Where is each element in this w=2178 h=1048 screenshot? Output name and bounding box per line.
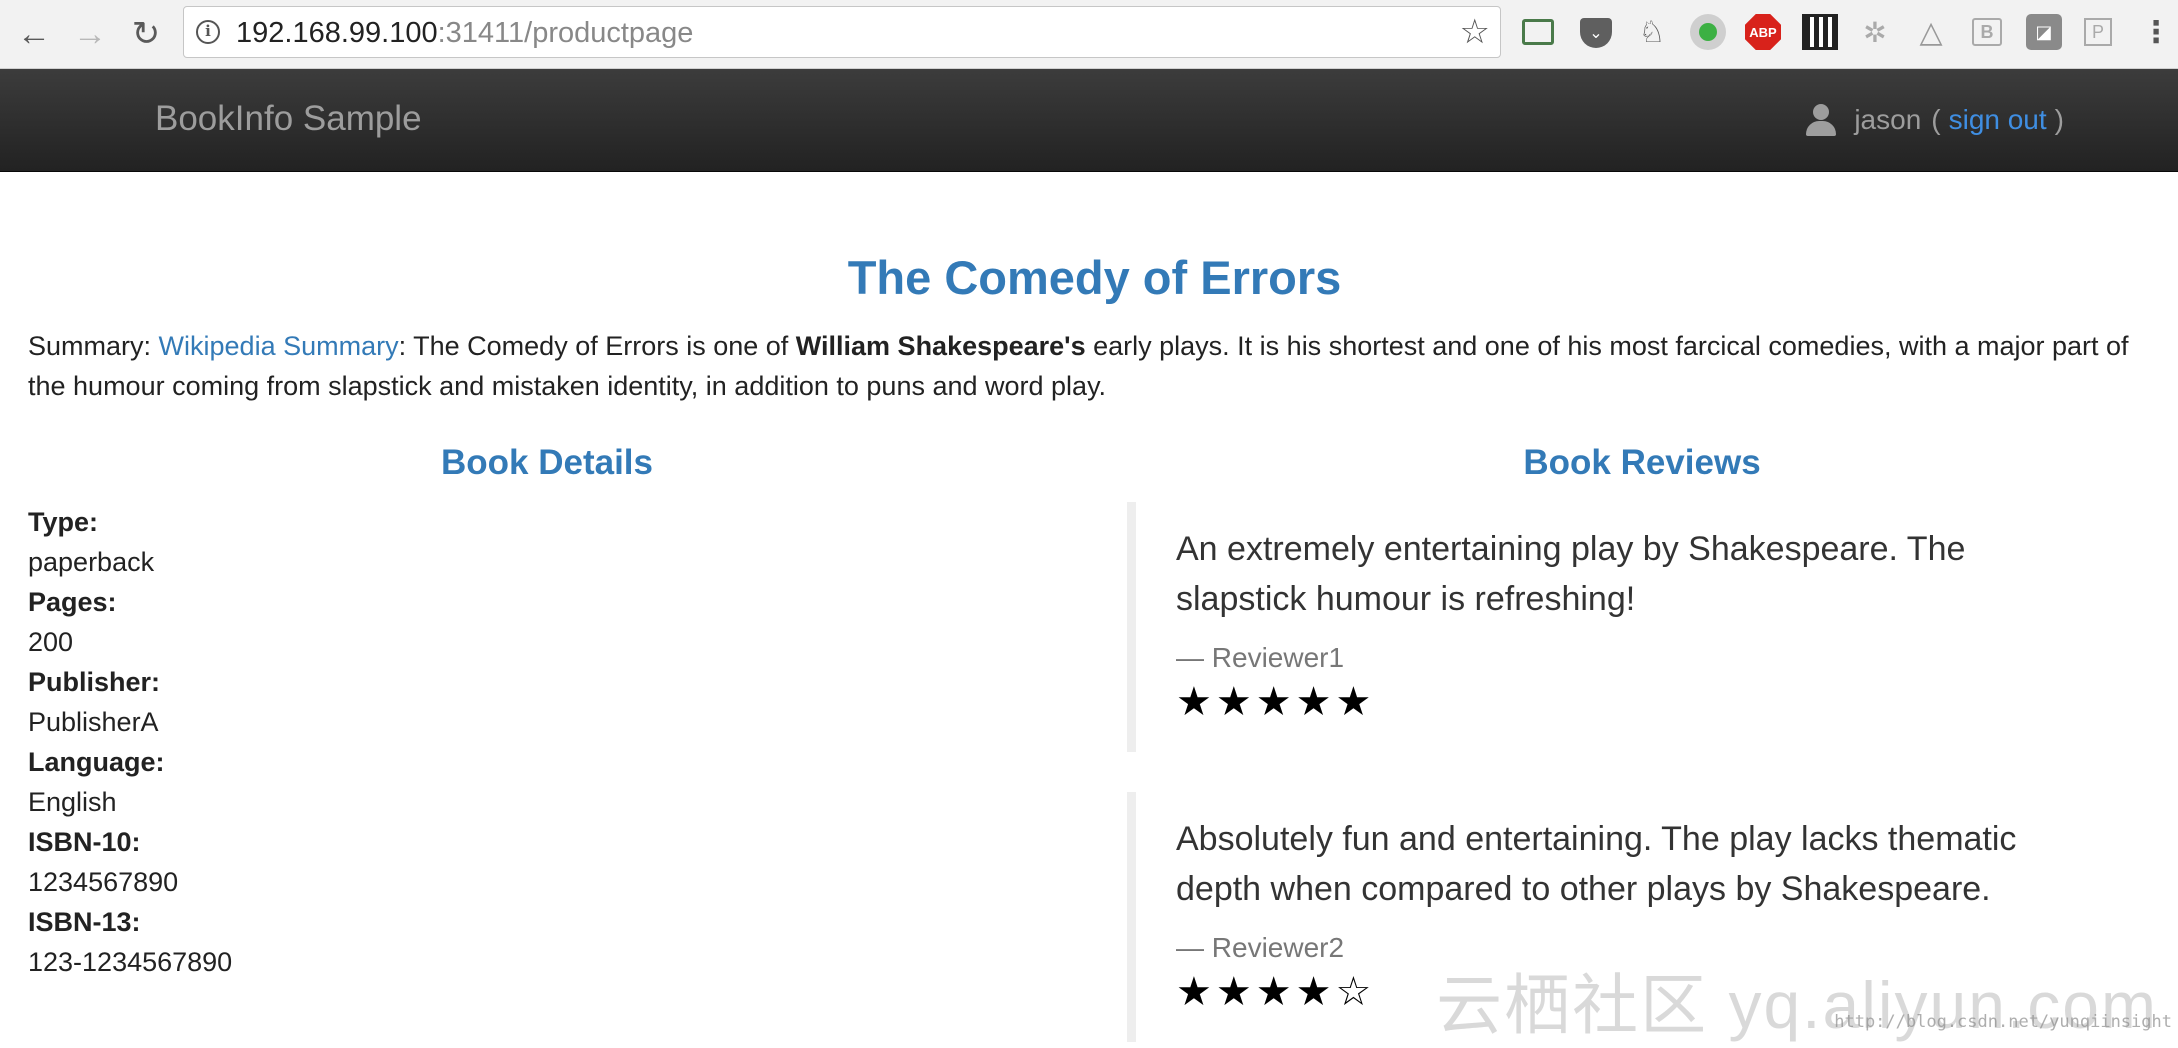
page-title: The Comedy of Errors: [847, 251, 1342, 304]
bookmark-star-icon[interactable]: ☆: [1460, 13, 1490, 51]
detail-label-pages: Pages:: [28, 587, 117, 617]
detail-value-isbn13: 123-1234567890: [28, 947, 233, 977]
reload-icon[interactable]: ↻: [122, 10, 170, 58]
watermark: 云栖社区 yq.aliyun.com: [1436, 968, 2158, 1042]
back-icon[interactable]: ←: [10, 10, 58, 58]
book-details-list: Type: paperback Pages: 200 Publisher: Pu…: [28, 502, 232, 982]
qr-code-icon[interactable]: [1802, 14, 1838, 50]
p-icon[interactable]: P: [2084, 18, 2112, 46]
summary-text-1: : The Comedy of Errors is one of: [398, 331, 796, 361]
abp-icon[interactable]: ABP: [1745, 14, 1781, 50]
url-host: 192.168.99.100: [236, 17, 438, 49]
brand-link[interactable]: BookInfo Sample: [155, 97, 422, 141]
puzzle-icon[interactable]: ✲: [1857, 14, 1893, 50]
detail-value-publisher: PublisherA: [28, 707, 159, 737]
review-blockquote: An extremely entertaining play by Shakes…: [1127, 502, 2157, 752]
detail-value-language: English: [28, 787, 117, 817]
detail-label-isbn13: ISBN-13:: [28, 907, 141, 937]
review-text: An extremely entertaining play by Shakes…: [1176, 530, 1966, 618]
evernote-icon[interactable]: ♘: [1634, 14, 1670, 50]
user-icon: [1806, 104, 1837, 136]
detail-value-isbn10: 1234567890: [28, 867, 179, 897]
user-box: jason ( sign out ): [1806, 100, 2064, 140]
username: jason: [1854, 104, 1922, 135]
note-icon[interactable]: ◪: [2026, 14, 2062, 50]
menu-icon[interactable]: ⋮: [2138, 14, 2174, 50]
review-text: Absolutely fun and entertaining. The pla…: [1176, 820, 2017, 908]
browser-toolbar: ← → ↻ i 192.168.99.100:31411/productpage…: [0, 0, 2178, 69]
detail-value-pages: 200: [28, 627, 74, 657]
wikipedia-summary-link[interactable]: Wikipedia Summary: [159, 331, 399, 361]
address-bar[interactable]: i 192.168.99.100:31411/productpage ☆: [183, 6, 1501, 58]
close-paren: ): [2054, 104, 2064, 135]
detail-label-type: Type:: [28, 507, 99, 537]
watermark-url: http://blog.csdn.net/yunqiinsight: [1834, 1012, 2172, 1032]
pocket-icon[interactable]: ⌄: [1580, 18, 1612, 48]
drive-icon[interactable]: △: [1913, 14, 1949, 50]
detail-label-language: Language:: [28, 747, 165, 777]
summary-paragraph: Summary: Wikipedia Summary: The Comedy o…: [28, 326, 2158, 406]
detail-label-isbn10: ISBN-10:: [28, 827, 141, 857]
star-rating-icon: ★★★★★: [1176, 679, 1376, 725]
url-path: :31411/productpage: [437, 17, 694, 49]
sign-out-link[interactable]: sign out: [1949, 100, 2047, 140]
book-details-heading: Book Details: [441, 443, 653, 482]
summary-label: Summary:: [28, 331, 152, 361]
book-reviews-heading: Book Reviews: [1523, 443, 1761, 482]
detail-label-publisher: Publisher:: [28, 667, 161, 697]
app-navbar: BookInfo Sample jason ( sign out ): [0, 69, 2178, 172]
review-author: — Reviewer1: [1176, 642, 1345, 673]
green-dot-icon[interactable]: [1690, 14, 1726, 50]
forward-icon[interactable]: →: [66, 10, 114, 58]
b-icon[interactable]: B: [1972, 18, 2002, 46]
cast-icon[interactable]: [1522, 19, 1554, 45]
detail-value-type: paperback: [28, 547, 155, 577]
info-icon[interactable]: i: [196, 20, 220, 44]
open-paren: (: [1931, 104, 1941, 135]
url-text[interactable]: 192.168.99.100:31411/productpage: [236, 17, 693, 49]
summary-author: William Shakespeare's: [795, 331, 1086, 361]
